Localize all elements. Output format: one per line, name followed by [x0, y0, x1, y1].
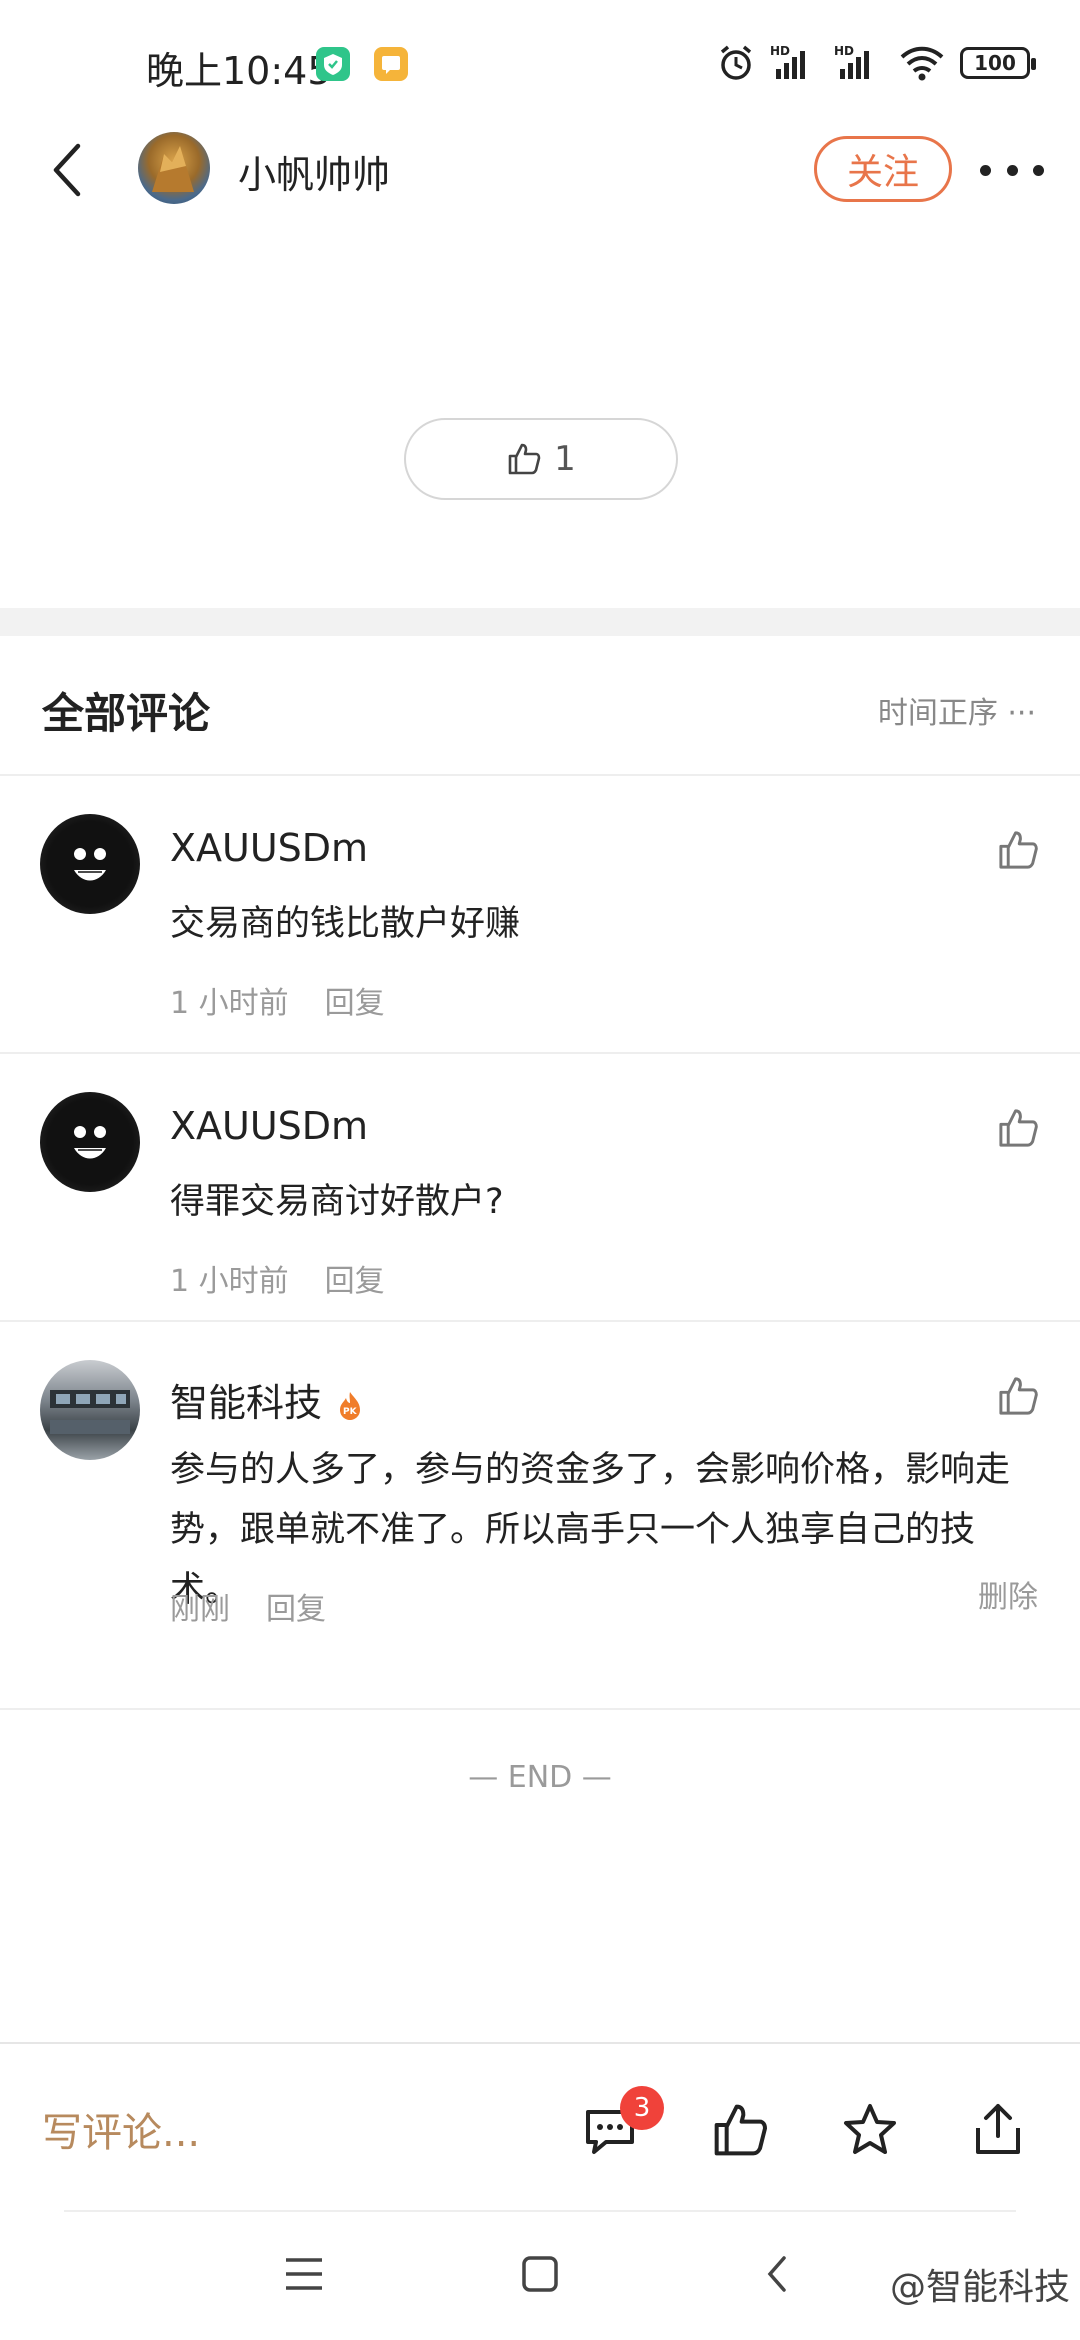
bottom-action-bar: 写评论... 3 — [0, 2042, 1080, 2212]
more-options-button[interactable] — [980, 150, 1044, 190]
dot — [1033, 164, 1044, 176]
reply-button[interactable]: 回复 — [325, 978, 385, 1022]
follow-button[interactable]: 关注 — [814, 136, 952, 202]
comment-time: 1 小时前 — [170, 986, 289, 1021]
reply-button[interactable]: 回复 — [325, 1256, 385, 1300]
commenter-avatar[interactable] — [40, 1092, 140, 1192]
like-button[interactable] — [710, 2100, 770, 2160]
battery-indicator: 100 — [960, 47, 1036, 79]
wifi-icon — [900, 46, 944, 81]
svg-text:HD: HD — [834, 44, 854, 58]
thumbs-up-icon — [999, 1377, 1038, 1415]
star-icon — [844, 2104, 896, 2154]
signal-hd-1-icon: HD — [770, 44, 805, 79]
write-comment-input[interactable]: 写评论... — [42, 2100, 200, 2158]
comment-text: 交易商的钱比散户好赚 — [170, 904, 521, 944]
comment-item: XAUUSDm 得罪交易商讨好散户? 1 小时前 回复 — [0, 1054, 1080, 1322]
author-name[interactable]: 小帆帅帅 — [238, 144, 390, 199]
thumbs-up-icon — [508, 443, 541, 475]
message-app-icon — [374, 47, 408, 81]
status-indicators: HD HD 100 — [716, 40, 1036, 86]
chevron-left-icon — [53, 143, 81, 197]
status-bar: 晚上10:45 HD HD 100 — [0, 0, 1080, 130]
author-avatar[interactable] — [138, 132, 210, 204]
comment-like-button[interactable] — [996, 1374, 1040, 1418]
home-button[interactable] — [516, 2250, 564, 2298]
alarm-icon — [720, 45, 752, 80]
header: 小帆帅帅 关注 — [0, 120, 1080, 220]
comment-meta: 1 小时前 回复 — [170, 1256, 385, 1300]
comment-meta: 刚刚 回复 — [170, 1584, 326, 1628]
comment-item: 智能科技 PK 参与的人多了，参与的资金多了，会影响价格，影响走势，跟单就不准了。… — [0, 1322, 1080, 1710]
thumbs-up-icon — [999, 831, 1038, 869]
comment-like-button[interactable] — [996, 1106, 1040, 1150]
signal-hd-2-icon: HD — [834, 44, 869, 79]
share-icon — [976, 2104, 1020, 2154]
menu-icon — [286, 2258, 322, 2290]
commenter-name[interactable]: 智能科技 PK — [170, 1372, 366, 1427]
dot — [980, 164, 991, 176]
delete-button[interactable]: 删除 — [978, 1572, 1038, 1616]
chevron-left-icon — [767, 2256, 786, 2292]
comment-like-button[interactable] — [996, 828, 1040, 872]
comment-count-badge: 3 — [620, 2086, 664, 2130]
pk-flame-badge-icon: PK — [340, 1391, 361, 1420]
watermark: @智能科技 — [889, 2267, 1070, 2308]
sort-button[interactable]: 时间正序 ··· — [878, 688, 1036, 732]
thumbs-up-icon — [999, 1109, 1038, 1147]
dot — [1006, 164, 1018, 176]
shield-app-icon — [316, 47, 350, 81]
reply-button[interactable]: 回复 — [266, 1584, 326, 1628]
like-count: 1 — [554, 439, 576, 479]
comment-text: 得罪交易商讨好散户? — [170, 1182, 504, 1222]
favorite-button[interactable] — [840, 2100, 900, 2160]
section-divider — [0, 608, 1080, 636]
commenter-name-text: 智能科技 — [170, 1381, 323, 1425]
comment-item: XAUUSDm 交易商的钱比散户好赚 1 小时前 回复 — [0, 776, 1080, 1054]
commenter-avatar[interactable] — [40, 814, 140, 914]
comment-time: 刚刚 — [170, 1592, 230, 1627]
share-button[interactable] — [968, 2100, 1028, 2160]
status-time: 晚上10:45 — [146, 49, 332, 93]
svg-text:HD: HD — [770, 44, 790, 58]
end-marker: — END — — [468, 1760, 612, 1795]
thumbs-up-icon — [714, 2104, 767, 2156]
nav-back-button[interactable] — [754, 2250, 802, 2298]
back-button[interactable] — [40, 138, 100, 202]
comments-title: 全部评论 — [42, 689, 211, 738]
comment-time: 1 小时前 — [170, 1264, 289, 1299]
menu-button[interactable] — [280, 2250, 328, 2298]
commenter-name[interactable]: XAUUSDm — [170, 826, 368, 870]
commenter-name[interactable]: XAUUSDm — [170, 1104, 368, 1148]
system-nav-bar: @智能科技 — [0, 2212, 1080, 2340]
svg-text:PK: PK — [343, 1407, 358, 1417]
comment-meta: 1 小时前 回复 — [170, 978, 385, 1022]
home-square-icon — [522, 2256, 558, 2292]
comments-header: 全部评论 时间正序 ··· — [0, 636, 1080, 776]
commenter-avatar[interactable] — [40, 1360, 140, 1460]
post-like-button[interactable]: 1 — [404, 418, 678, 500]
